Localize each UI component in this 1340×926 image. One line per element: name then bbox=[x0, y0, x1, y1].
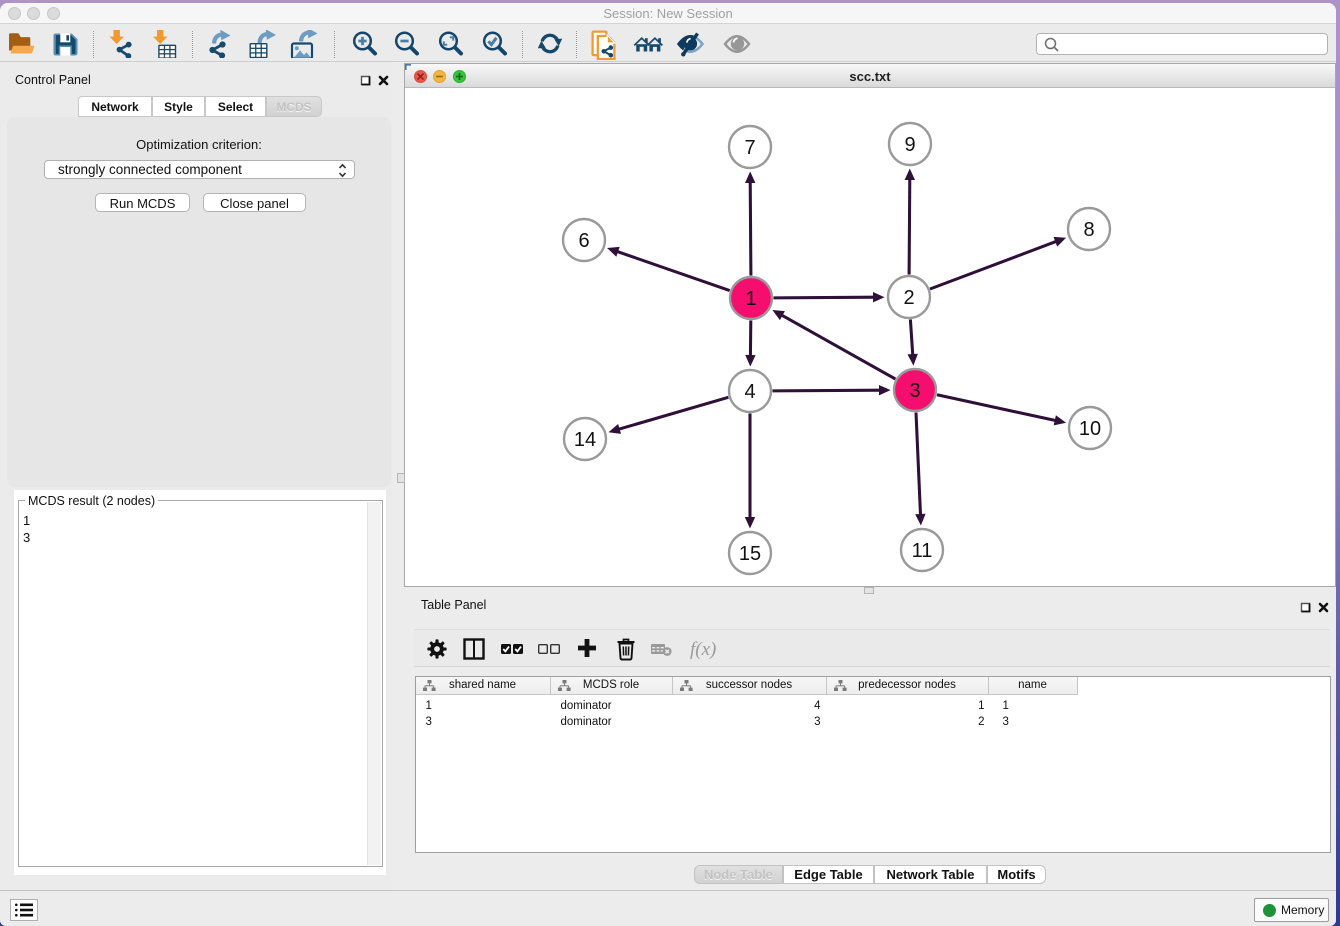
svg-text:9: 9 bbox=[904, 134, 915, 156]
svg-text:14: 14 bbox=[574, 429, 596, 451]
svg-text:8: 8 bbox=[1083, 219, 1094, 241]
svg-text:7: 7 bbox=[744, 137, 755, 159]
svg-text:6: 6 bbox=[578, 230, 589, 252]
svg-text:15: 15 bbox=[739, 543, 761, 565]
svg-text:1: 1 bbox=[745, 288, 756, 310]
svg-text:f(x): f(x) bbox=[690, 639, 716, 660]
svg-text:2: 2 bbox=[903, 287, 914, 309]
svg-text:4: 4 bbox=[744, 381, 755, 403]
svg-text:3: 3 bbox=[909, 380, 920, 402]
svg-text:11: 11 bbox=[912, 540, 933, 562]
svg-text:10: 10 bbox=[1079, 418, 1101, 440]
